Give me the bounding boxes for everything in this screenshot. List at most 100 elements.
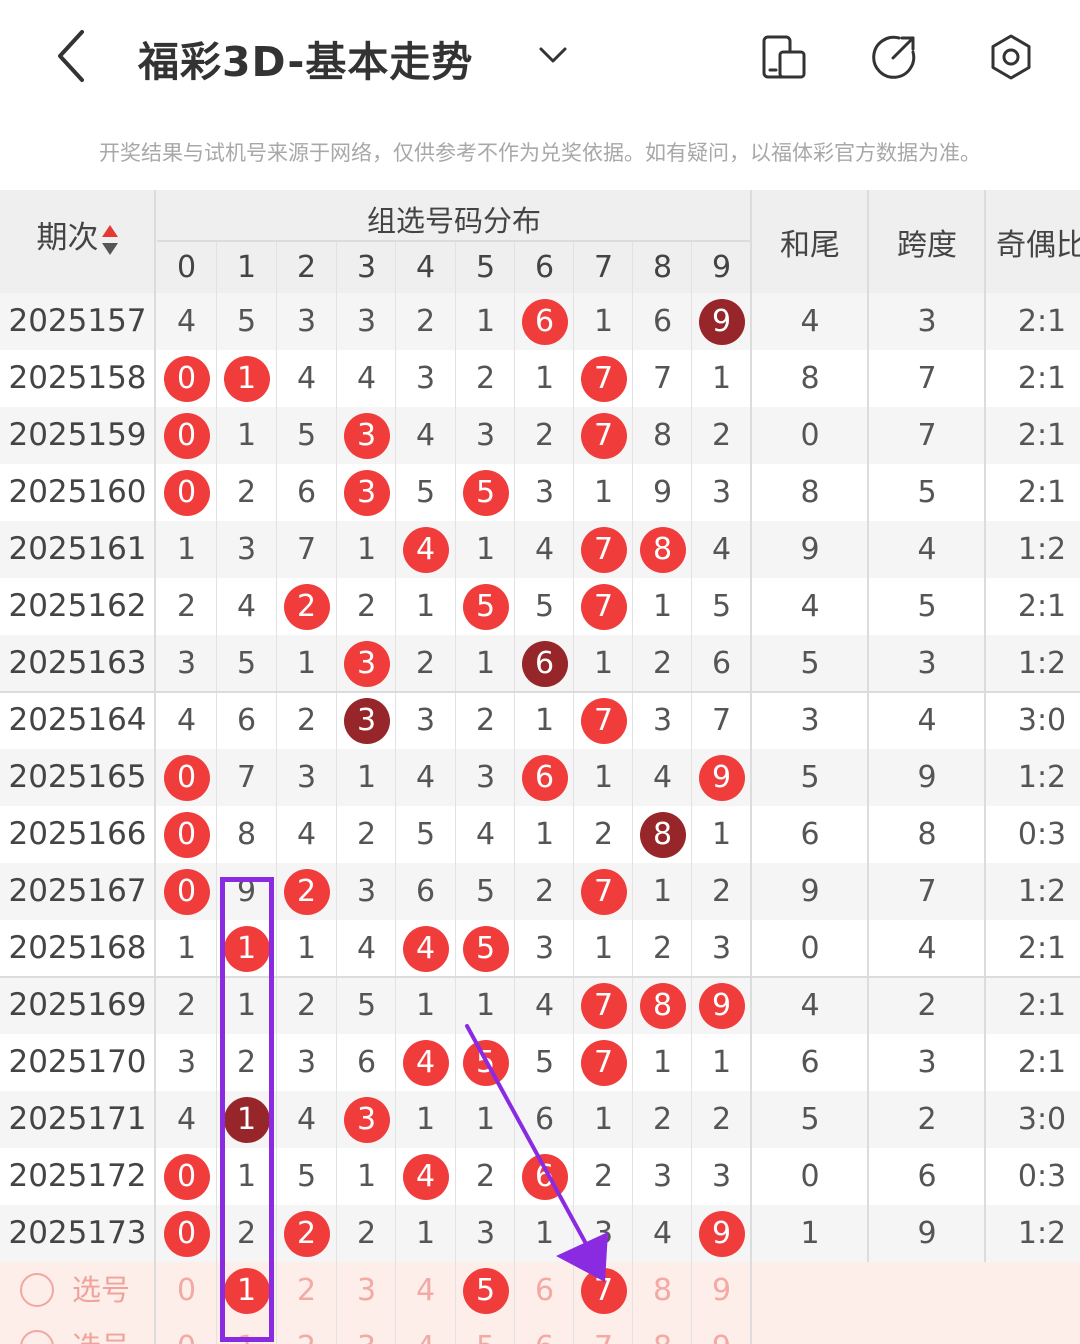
digit-omission-cell: 5	[711, 589, 732, 624]
pick-digit-button[interactable]: 9	[692, 1319, 751, 1344]
digit-omission-cell: 1	[534, 361, 555, 396]
digit-cell-hit: 3	[337, 692, 396, 749]
pick-radio-circle[interactable]	[20, 1330, 54, 1344]
issue-number: 2025158	[8, 360, 147, 396]
sort-icon[interactable]	[101, 223, 119, 257]
repeat-number-ball: 3	[343, 697, 390, 744]
pick-digit-button[interactable]: 0	[157, 1319, 216, 1344]
chevron-down-icon[interactable]	[536, 40, 570, 70]
share-icon[interactable]	[869, 32, 919, 82]
digit-omission-cell: 4	[356, 361, 377, 396]
digit-omission-cell: 1	[475, 1102, 496, 1137]
pick-row[interactable]: 选号 0123456789	[0, 1319, 1080, 1344]
digit-cell-hit: 0	[157, 464, 216, 521]
pick-digit-button[interactable]: 4	[396, 1319, 455, 1344]
digit-omission-cell: 4	[356, 931, 377, 966]
digit-omission-cell: 2	[296, 703, 317, 738]
digit-omission-cell: 1	[236, 988, 257, 1023]
page-title[interactable]: 福彩3D-基本走势	[138, 28, 473, 88]
digit-cell-hit: 5	[456, 578, 515, 635]
table-row: 2025162 2 4 2 2 1 5 5 7 1 5 4 5 2:1	[0, 578, 1080, 635]
pick-digit-button[interactable]: 3	[337, 1319, 396, 1344]
pick-digit-button[interactable]: 6	[515, 1262, 574, 1319]
kuadu-value: 7	[917, 418, 937, 453]
digit-header-8: 8	[652, 250, 673, 285]
issue-number: 2025170	[8, 1044, 147, 1080]
digit-omission-cell: 3	[296, 760, 317, 795]
drawn-number-ball: 8	[639, 526, 686, 573]
pick-digit-button[interactable]: 7	[574, 1319, 633, 1344]
pick-row[interactable]: 选号 0123456789	[0, 1262, 1080, 1319]
pick-digit-selected[interactable]: 1	[217, 1262, 276, 1319]
pick-digit-button[interactable]: 1	[217, 1319, 276, 1344]
selected-number-ball[interactable]: 7	[580, 1267, 627, 1314]
digit-omission-cell: 2	[593, 1159, 614, 1194]
digit-omission-cell: 2	[711, 874, 732, 909]
issue-number: 2025159	[8, 417, 147, 453]
issue-number: 2025173	[8, 1215, 147, 1251]
drawn-number-ball: 4	[402, 526, 449, 573]
digit-header-5: 5	[475, 250, 496, 285]
pick-digit-button[interactable]: 3	[337, 1262, 396, 1319]
pick-digit-button[interactable]: 5	[456, 1319, 515, 1344]
pick-digit-selected[interactable]: 7	[574, 1262, 633, 1319]
digit-omission-cell: 8	[652, 418, 673, 453]
digit-omission-cell: 2	[236, 1045, 257, 1080]
drawn-number-ball: 9	[698, 754, 745, 801]
digit-omission-cell: 3	[652, 703, 673, 738]
issue-number: 2025169	[8, 987, 147, 1023]
digit-omission-cell: 2	[356, 1216, 377, 1251]
digit-omission-cell: 4	[236, 589, 257, 624]
drawn-number-ball: 0	[163, 412, 210, 459]
hewei-value: 8	[800, 475, 820, 510]
digit-header-6: 6	[534, 250, 555, 285]
pick-radio-circle[interactable]	[20, 1273, 54, 1307]
pick-digit-button[interactable]: 9	[692, 1262, 751, 1319]
digit-omission-cell: 3	[356, 874, 377, 909]
digit-omission-cell: 6	[296, 475, 317, 510]
digit-omission-cell: 1	[534, 817, 555, 852]
issue-number: 2025165	[8, 759, 147, 795]
digit-cell-hit: 2	[277, 863, 336, 920]
grid-divider	[984, 190, 986, 1262]
digit-cell-hit: 1	[217, 1091, 276, 1148]
app-header: 福彩3D-基本走势	[0, 0, 1080, 115]
digit-omission-cell: 1	[711, 361, 732, 396]
pick-digit-button[interactable]: 0	[157, 1262, 216, 1319]
kuadu-value: 5	[917, 475, 937, 510]
hewei-value: 4	[800, 304, 820, 339]
digit-cell-hit: 0	[157, 863, 216, 920]
digit-header-0: 0	[176, 250, 197, 285]
device-icon[interactable]	[758, 32, 808, 82]
drawn-number-ball: 2	[283, 868, 330, 915]
settings-hexagon-icon[interactable]	[986, 32, 1036, 82]
digit-cell-hit: 7	[574, 578, 633, 635]
back-arrow-icon[interactable]	[50, 26, 100, 86]
digit-header-9: 9	[711, 250, 732, 285]
digit-cell-hit: 3	[337, 464, 396, 521]
selected-number-ball[interactable]: 1	[223, 1267, 270, 1314]
grid-divider	[395, 242, 396, 1344]
digit-omission-cell: 5	[475, 874, 496, 909]
digit-omission-cell: 1	[475, 304, 496, 339]
digit-omission-cell: 1	[296, 931, 317, 966]
pick-digit-button[interactable]: 6	[515, 1319, 574, 1344]
pick-digit-button[interactable]: 2	[277, 1262, 336, 1319]
digit-cell-hit: 9	[692, 749, 751, 806]
pick-digit-selected[interactable]: 5	[456, 1262, 515, 1319]
pick-digit-button[interactable]: 8	[633, 1262, 692, 1319]
pick-digit-button[interactable]: 8	[633, 1319, 692, 1344]
kuadu-value: 4	[917, 532, 937, 567]
col-issue-header[interactable]: 期次	[0, 212, 155, 257]
jiou-ratio-value: 1:2	[1017, 874, 1067, 909]
digit-omission-cell: 4	[176, 1102, 197, 1137]
pick-digit-button[interactable]: 2	[277, 1319, 336, 1344]
jiou-ratio-value: 2:1	[1017, 361, 1067, 396]
drawn-number-ball: 1	[223, 925, 270, 972]
digit-omission-cell: 6	[652, 304, 673, 339]
digit-omission-cell: 6	[711, 646, 732, 681]
selected-number-ball[interactable]: 5	[462, 1267, 509, 1314]
digit-omission-cell: 3	[534, 475, 555, 510]
digit-omission-cell: 1	[356, 532, 377, 567]
pick-digit-button[interactable]: 4	[396, 1262, 455, 1319]
